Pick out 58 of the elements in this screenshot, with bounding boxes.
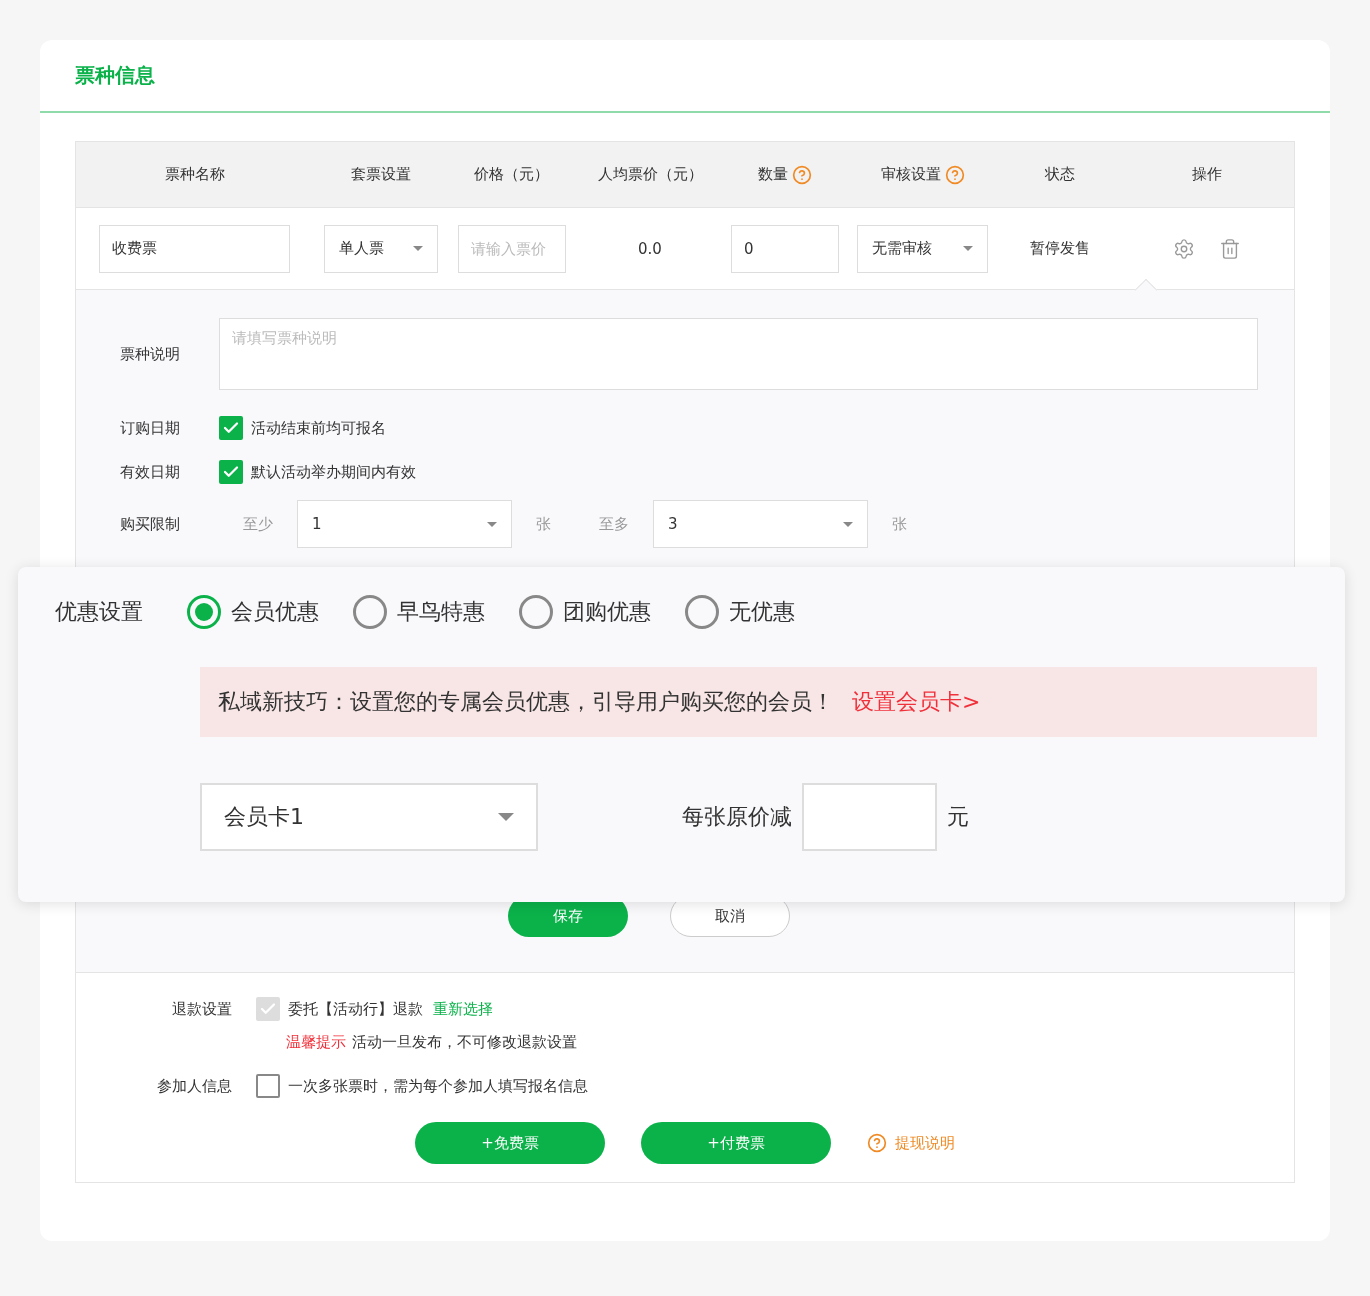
column-header: 人均票价（元）: [597, 165, 703, 184]
warning-label: 温馨提示: [286, 1033, 346, 1052]
quantity-input[interactable]: 0: [731, 224, 839, 273]
radio-option[interactable]: 团购优惠: [519, 595, 651, 629]
field-label: 购买限制: [120, 514, 181, 534]
average-price: 0.0: [638, 239, 662, 258]
unit-label: 张: [536, 514, 551, 534]
price-input[interactable]: 请输入票价: [457, 224, 566, 273]
description-field[interactable]: 请填写票种说明: [219, 318, 1258, 390]
warning-text: 活动一旦发布，不可修改退款设置: [352, 1033, 577, 1052]
caret-icon: [843, 521, 853, 527]
help-icon[interactable]: [792, 164, 812, 185]
checkbox[interactable]: [219, 416, 243, 440]
unit-label: 元: [947, 803, 969, 831]
caret-icon: [498, 813, 514, 821]
reduce-amount-input[interactable]: [802, 783, 937, 851]
column-header: 数量: [758, 165, 788, 184]
field-label: 退款设置: [171, 999, 233, 1019]
field-label: 订购日期: [120, 418, 181, 438]
status-text: 暂停发售: [1030, 239, 1090, 258]
column-header: 价格（元）: [474, 165, 549, 184]
radio-option[interactable]: 会员优惠: [187, 595, 319, 629]
section-title: 票种信息: [75, 62, 155, 89]
checkbox-label: 活动结束前均可报名: [251, 418, 386, 438]
caret-icon: [963, 246, 973, 251]
column-header: 票种名称: [164, 165, 225, 184]
settings-icon[interactable]: [1173, 237, 1195, 260]
field-label: 票种说明: [120, 344, 181, 364]
member-card-select[interactable]: 会员卡1: [200, 783, 538, 851]
checkbox[interactable]: [256, 1074, 280, 1098]
help-icon: [867, 1133, 887, 1153]
caret-icon: [412, 246, 423, 251]
reduce-label: 每张原价减: [682, 803, 792, 831]
caret-icon: [487, 521, 497, 527]
review-select[interactable]: 无需审核: [857, 224, 988, 273]
tip-text: 私域新技巧：设置您的专属会员优惠，引导用户购买您的会员！: [218, 688, 834, 716]
unit-label: 张: [892, 514, 907, 534]
column-header: 审核设置: [880, 165, 941, 184]
help-icon[interactable]: [944, 164, 965, 185]
trash-icon[interactable]: [1219, 237, 1241, 260]
checkbox-label: 委托【活动行】退款: [288, 999, 423, 1019]
max-select[interactable]: 3: [653, 500, 868, 548]
min-select[interactable]: 1: [297, 500, 512, 548]
checkbox-label: 默认活动举办期间内有效: [251, 462, 416, 482]
column-header: 套票设置: [350, 165, 411, 184]
radio-option[interactable]: 无优惠: [685, 595, 795, 629]
column-header: 状态: [1045, 165, 1075, 184]
field-label: 有效日期: [120, 462, 181, 482]
discount-label: 优惠设置: [55, 598, 143, 626]
radio-option[interactable]: 早鸟特惠: [353, 595, 485, 629]
ticket-name-input[interactable]: 收费票: [99, 224, 290, 273]
min-label: 至少: [243, 514, 273, 534]
checkbox[interactable]: [219, 460, 243, 484]
column-header: 操作: [1192, 165, 1222, 184]
checkbox-label: 一次多张票时，需为每个参加人填写报名信息: [288, 1076, 588, 1096]
package-select[interactable]: 单人票: [323, 224, 438, 273]
max-label: 至多: [599, 514, 629, 534]
field-label: 参加人信息: [156, 1076, 233, 1096]
